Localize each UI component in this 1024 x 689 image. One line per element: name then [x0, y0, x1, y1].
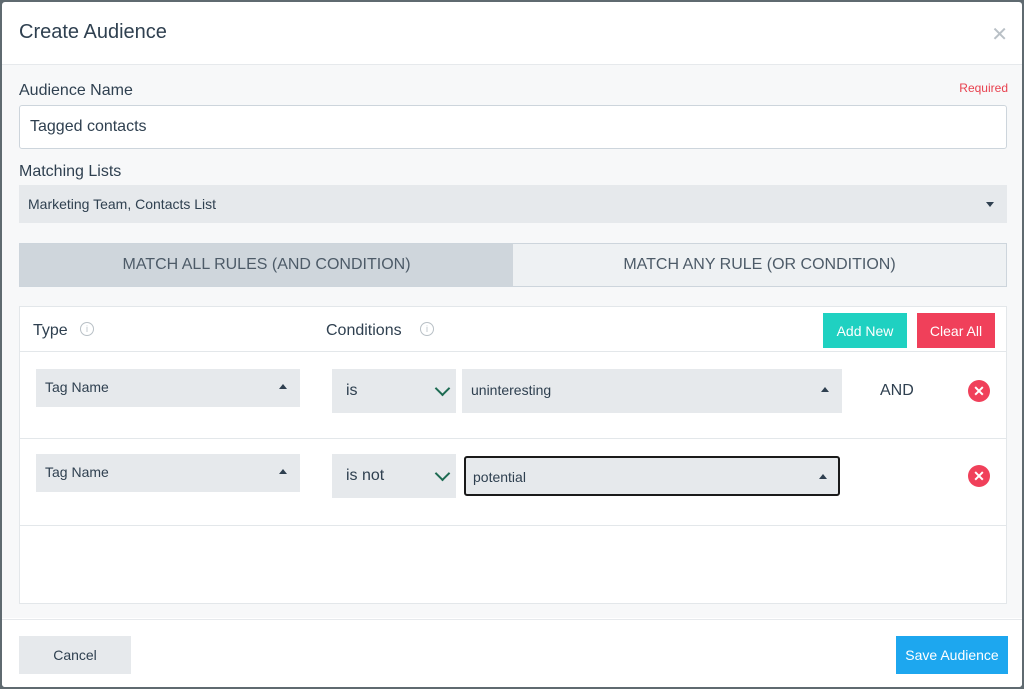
matching-lists-value: Marketing Team, Contacts List [28, 196, 217, 212]
match-mode-toggle: MATCH ALL RULES (AND CONDITION) MATCH AN… [19, 243, 1007, 287]
rule-value-text: potential [473, 469, 526, 485]
matching-lists-select[interactable]: Marketing Team, Contacts List [19, 185, 1007, 223]
rule-row: Tag Name is not potential ✕ [20, 439, 1006, 526]
chevron-down-icon [434, 380, 451, 397]
rule-operator-select[interactable]: is [332, 369, 456, 413]
rule-value-text: uninteresting [471, 382, 552, 398]
rules-panel: Type i Conditions i Add New Clear All Ta… [19, 306, 1007, 604]
rule-operator-select[interactable]: is not [332, 454, 456, 498]
modal-header: Create Audience ✕ [2, 2, 1022, 65]
rules-header: Type i Conditions i Add New Clear All [20, 307, 1006, 352]
info-icon: i [420, 322, 434, 336]
audience-name-input[interactable] [19, 105, 1007, 149]
match-all-button[interactable]: MATCH ALL RULES (AND CONDITION) [20, 244, 513, 286]
caret-down-icon [986, 202, 994, 207]
add-new-button[interactable]: Add New [823, 313, 907, 348]
rule-type-value: Tag Name [45, 464, 109, 480]
match-any-button[interactable]: MATCH ANY RULE (OR CONDITION) [513, 244, 1006, 286]
caret-up-icon [821, 387, 829, 392]
conditions-column-header: Conditions [326, 322, 402, 339]
modal-footer: Cancel Save Audience [2, 619, 1022, 687]
rule-value-select[interactable]: potential [464, 456, 840, 496]
remove-rule-icon[interactable]: ✕ [968, 380, 990, 402]
chevron-down-icon [434, 465, 451, 482]
caret-up-icon [819, 474, 827, 479]
save-audience-button[interactable]: Save Audience [896, 636, 1008, 674]
rule-type-select[interactable]: Tag Name [36, 369, 300, 407]
audience-name-label: Audience Name [19, 82, 133, 99]
clear-all-button[interactable]: Clear All [917, 313, 995, 348]
modal-title: Create Audience [19, 21, 167, 43]
info-icon: i [80, 322, 94, 336]
rule-operator-value: is not [346, 467, 385, 484]
cancel-button[interactable]: Cancel [19, 636, 131, 674]
remove-rule-icon[interactable]: ✕ [968, 465, 990, 487]
rule-type-select[interactable]: Tag Name [36, 454, 300, 492]
required-indicator: Required [959, 81, 1008, 95]
rule-operator-value: is [346, 382, 358, 399]
rule-joiner-label: AND [880, 382, 914, 399]
rule-type-value: Tag Name [45, 379, 109, 395]
caret-up-icon [279, 469, 287, 474]
close-icon[interactable]: ✕ [991, 22, 1008, 47]
matching-lists-label: Matching Lists [19, 163, 122, 180]
create-audience-modal: Create Audience ✕ Audience Name Required… [2, 2, 1022, 687]
rule-value-select[interactable]: uninteresting [462, 369, 842, 413]
caret-up-icon [279, 384, 287, 389]
type-column-header: Type [33, 322, 68, 339]
rule-row: Tag Name is uninteresting AND ✕ [20, 352, 1006, 439]
